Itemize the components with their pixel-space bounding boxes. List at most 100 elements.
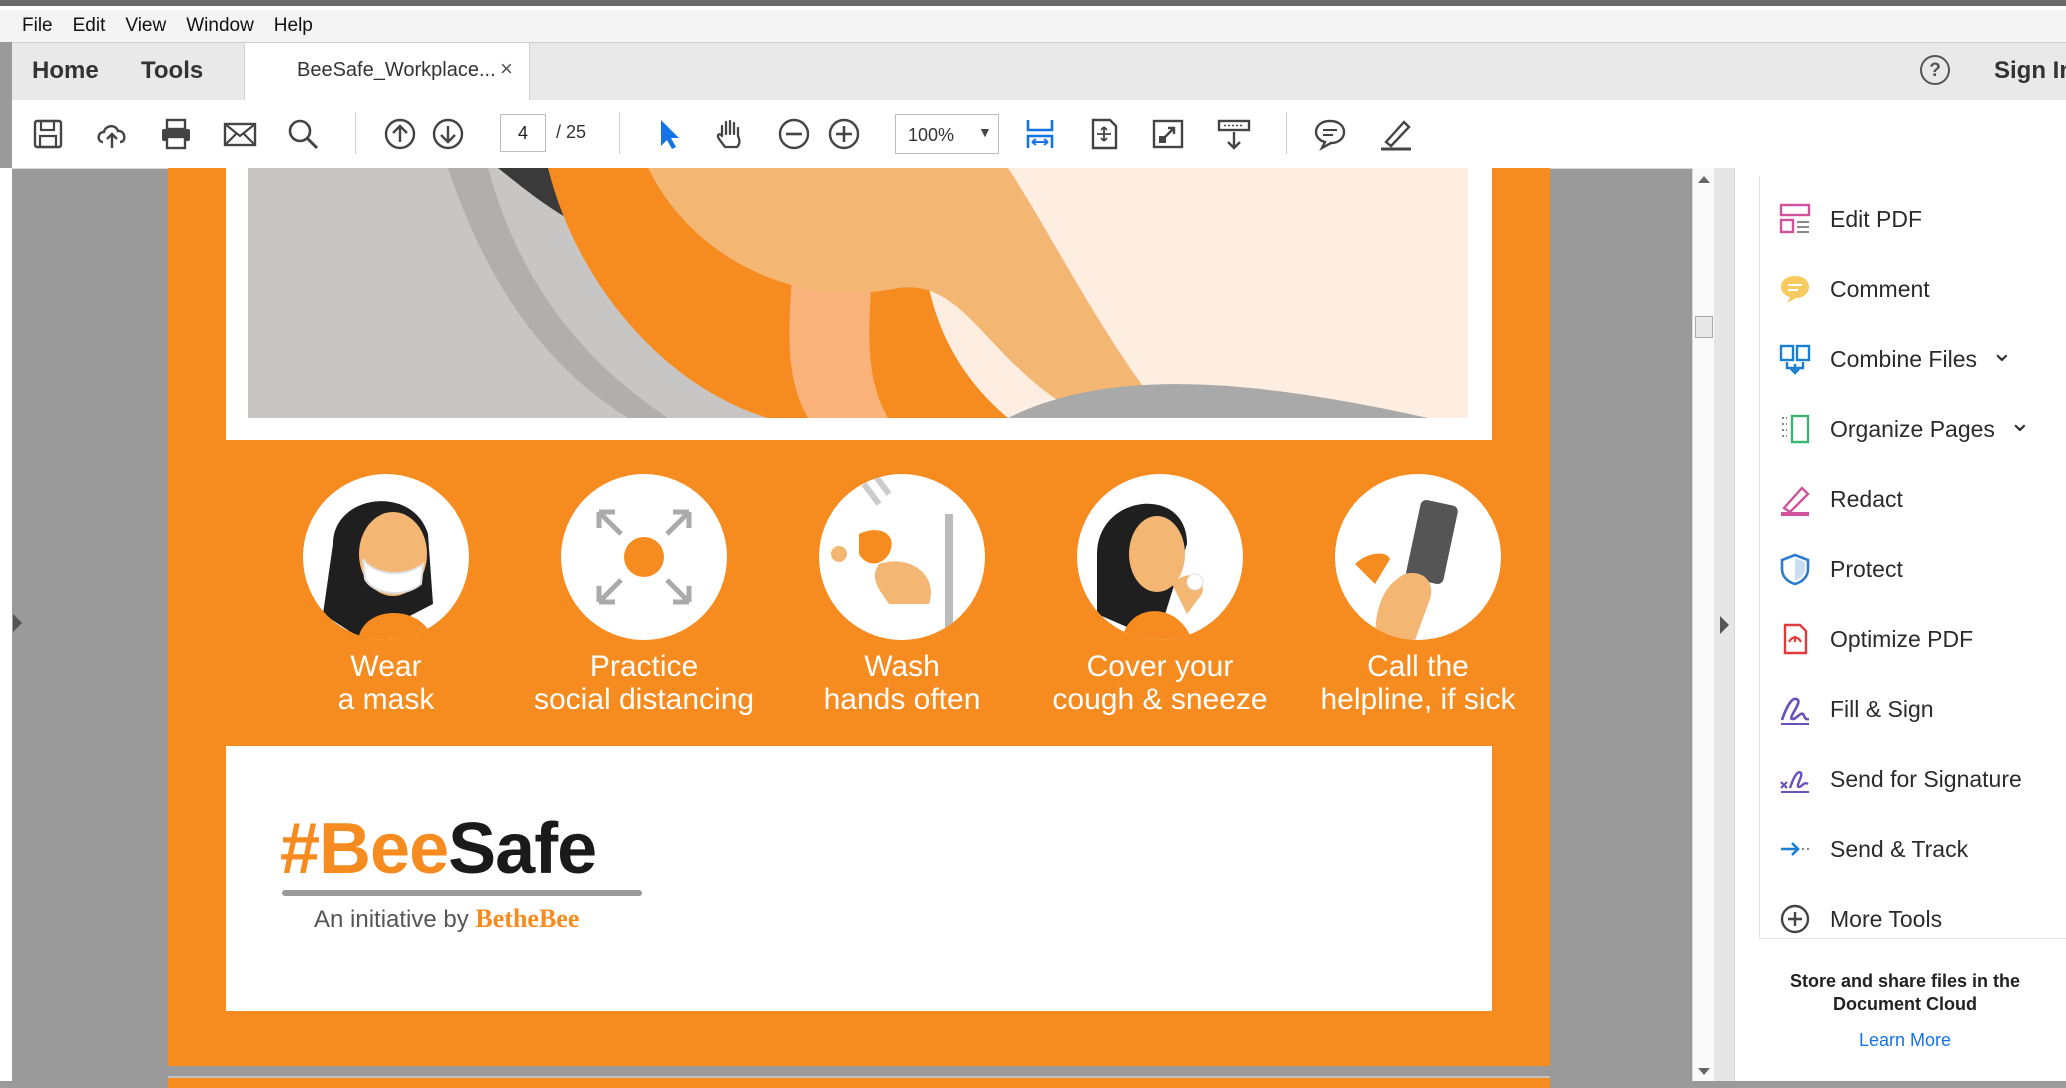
toolbar-separator — [355, 112, 356, 154]
email-icon[interactable] — [222, 116, 258, 152]
combine-files-icon — [1779, 344, 1811, 375]
hand-icon[interactable] — [712, 116, 748, 152]
tip-caption: Wash hands often — [823, 650, 981, 716]
tool-organize-pages[interactable]: Organize Pages ⌄ — [1760, 394, 2066, 464]
scrollbar-thumb[interactable] — [1695, 316, 1713, 338]
zoom-value: 100% — [908, 125, 955, 145]
fit-page-icon[interactable] — [1086, 116, 1122, 152]
scroll-up-icon[interactable] — [1698, 176, 1710, 183]
optimize-pdf-icon — [1783, 623, 1808, 655]
fill-sign-icon — [1780, 697, 1810, 725]
document-tab-title: BeeSafe_Workplace... — [297, 59, 496, 81]
tool-fill-sign[interactable]: Fill & Sign — [1760, 674, 2066, 744]
close-tab-icon[interactable]: × — [500, 56, 513, 82]
search-icon[interactable] — [285, 116, 321, 152]
washing-hands-icon — [819, 474, 985, 640]
print-icon[interactable] — [158, 116, 194, 152]
tab-bar: Home Tools BeeSafe_Workplace... × ? Sign… — [12, 42, 2066, 102]
tools-list: Edit PDF Comment Combine Files ⌄ Organize Pa… — [1759, 176, 2066, 939]
select-cursor-icon[interactable] — [650, 116, 686, 152]
chevron-down-icon: ▼ — [978, 124, 992, 140]
tool-more-tools[interactable]: More Tools — [1760, 884, 2066, 954]
page-up-icon[interactable] — [382, 116, 418, 152]
toolbar-separator — [619, 112, 620, 154]
tool-label: Edit PDF — [1830, 205, 1923, 232]
workplace-illustration — [248, 168, 1468, 418]
zoom-select[interactable]: 100% ▼ — [895, 114, 999, 154]
menu-view[interactable]: View — [125, 15, 166, 37]
logo-underline — [282, 890, 642, 896]
menu-bar: File Edit View Window Help — [0, 10, 2066, 42]
tab-home[interactable]: Home — [32, 57, 99, 85]
beesafe-logo-box: #BeeSafe An initiative by BetheBee — [226, 746, 1492, 1011]
page-down-icon[interactable] — [430, 116, 466, 152]
next-pdf-page — [168, 1076, 1550, 1088]
comment-icon — [1781, 276, 1809, 303]
tool-send-for-signature[interactable]: Send for Signature — [1760, 744, 2066, 814]
page-number-input[interactable]: 4 — [500, 114, 546, 152]
tool-protect[interactable]: Protect — [1760, 534, 2066, 604]
learn-more-link[interactable]: Learn More — [1755, 1030, 2055, 1051]
full-screen-icon[interactable] — [1150, 116, 1186, 152]
mask-illustration-icon — [303, 474, 469, 640]
zoom-in-icon[interactable] — [826, 116, 862, 152]
tool-combine-files[interactable]: Combine Files ⌄ — [1760, 324, 2066, 394]
tool-label: Optimize PDF — [1830, 625, 1974, 652]
toolbar-separator — [1286, 112, 1287, 154]
tool-send-track[interactable]: Send & Track — [1760, 814, 2066, 884]
chevron-down-icon[interactable]: ⌄ — [2009, 407, 2031, 438]
organize-pages-icon — [1782, 414, 1810, 444]
tool-label: Send & Track — [1830, 835, 1969, 862]
tools-pane: Edit PDF Comment Combine Files ⌄ Organize Pa… — [1734, 168, 2066, 1081]
page-total: / 25 — [556, 122, 587, 142]
tool-label: Redact — [1830, 485, 1903, 512]
scroll-mode-icon[interactable] — [1216, 116, 1252, 152]
save-icon[interactable] — [30, 116, 66, 152]
beesafe-logo: #BeeSafe — [280, 809, 597, 889]
redact-icon — [1781, 486, 1810, 516]
menu-help[interactable]: Help — [274, 15, 313, 37]
safety-tips: Wear a mask Practice social distancing Was… — [266, 474, 1516, 734]
menu-window[interactable]: Window — [186, 15, 254, 37]
phone-hand-icon — [1335, 474, 1501, 640]
left-panel-strip — [0, 168, 12, 1081]
tool-label: Comment — [1830, 275, 1930, 302]
menu-file[interactable]: File — [22, 15, 53, 37]
toolbar: 4 / 25 100% ▼ — [12, 100, 2066, 169]
tool-label: Combine Files — [1830, 345, 1977, 372]
tab-tools[interactable]: Tools — [141, 57, 203, 85]
tip-caption: Practice social distancing — [533, 650, 755, 716]
help-icon[interactable]: ? — [1920, 55, 1950, 85]
chevron-down-icon[interactable]: ⌄ — [1991, 337, 2013, 368]
tool-edit-pdf[interactable]: Edit PDF — [1760, 184, 2066, 254]
vertical-scrollbar[interactable] — [1692, 168, 1715, 1081]
comment-icon[interactable] — [1312, 116, 1348, 152]
edit-pdf-icon — [1779, 203, 1811, 234]
tip-wash-hands: Wash hands often — [782, 474, 1022, 716]
scroll-down-icon[interactable] — [1698, 1068, 1710, 1075]
tool-optimize-pdf[interactable]: Optimize PDF — [1760, 604, 2066, 674]
window-top-edge — [0, 0, 2066, 10]
tool-label: Send for Signature — [1830, 765, 2022, 792]
tool-redact[interactable]: Redact — [1760, 464, 2066, 534]
tip-caption: Cover your cough & sneeze — [1052, 650, 1268, 716]
logo-tagline: An initiative by BetheBee — [314, 904, 580, 933]
fit-width-icon[interactable] — [1022, 116, 1058, 152]
zoom-out-icon[interactable] — [776, 116, 812, 152]
tool-comment[interactable]: Comment — [1760, 254, 2066, 324]
highlight-icon[interactable] — [1378, 116, 1414, 152]
document-tab[interactable]: BeeSafe_Workplace... × — [244, 43, 530, 102]
tip-call-helpline: Call the helpline, if sick — [1298, 474, 1538, 716]
tip-wear-mask: Wear a mask — [266, 474, 506, 716]
protect-icon — [1780, 553, 1810, 586]
tip-caption: Call the helpline, if sick — [1320, 650, 1516, 716]
upload-icon[interactable] — [94, 116, 130, 152]
tool-label: Fill & Sign — [1830, 695, 1934, 722]
tip-caption: Wear a mask — [337, 650, 435, 716]
left-panel-expand-icon[interactable] — [13, 614, 22, 632]
tool-label: More Tools — [1830, 905, 1943, 932]
sign-in-button[interactable]: Sign In — [1994, 57, 2066, 85]
collapse-panel-icon[interactable] — [1720, 616, 1729, 634]
menu-edit[interactable]: Edit — [73, 15, 106, 37]
more-tools-icon — [1780, 904, 1810, 934]
